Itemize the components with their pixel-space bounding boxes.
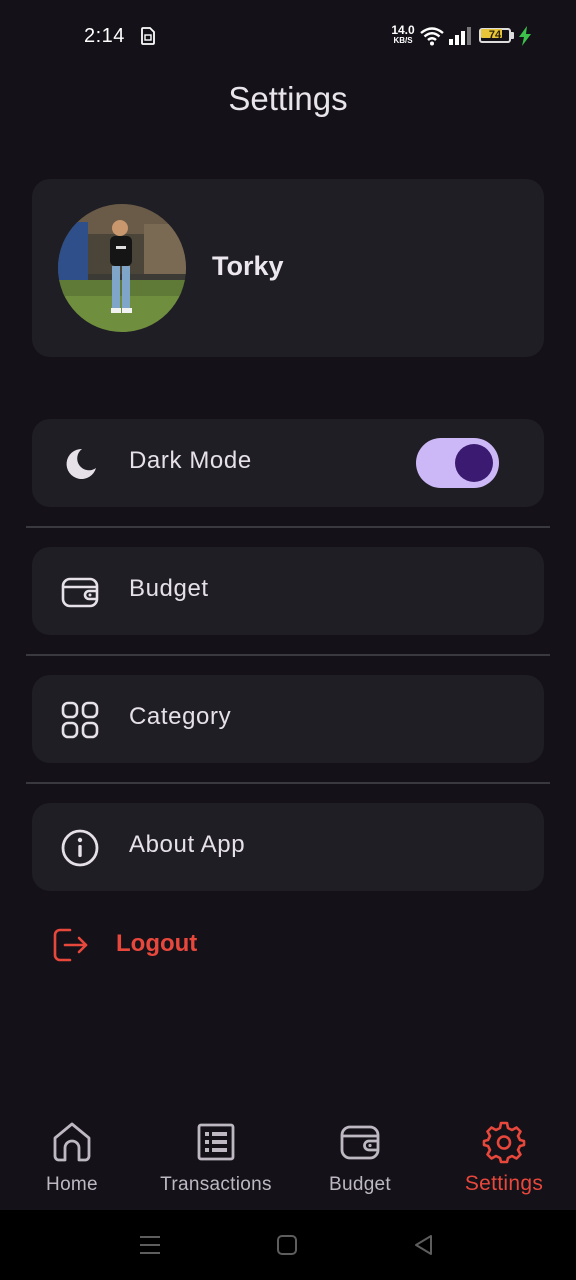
nav-budget[interactable]: Budget	[288, 1098, 432, 1210]
status-time: 2:14	[84, 25, 125, 47]
home-icon	[53, 1122, 91, 1162]
wifi-icon	[420, 27, 444, 46]
category-row[interactable]: Category	[32, 675, 544, 763]
info-icon	[61, 829, 99, 867]
avatar[interactable]	[58, 204, 186, 332]
signal-icon	[449, 27, 471, 45]
budget-label: Budget	[129, 575, 209, 602]
wallet-icon	[340, 1125, 380, 1160]
category-label: Category	[129, 703, 232, 730]
category-grid-icon	[61, 701, 99, 739]
charging-icon	[519, 26, 531, 46]
network-speed-unit: KB/S	[393, 36, 413, 45]
divider	[26, 654, 550, 656]
toggle-knob	[455, 444, 493, 482]
about-row[interactable]: About App	[32, 803, 544, 891]
status-bar: 2:14 14.0 KB/S 74	[0, 0, 576, 72]
sim-icon	[141, 27, 155, 45]
system-navigation-bar	[0, 1210, 576, 1280]
about-label: About App	[129, 831, 246, 858]
nav-budget-label: Budget	[328, 1174, 392, 1195]
gear-icon	[482, 1121, 526, 1164]
network-speed: 14.0 KB/S	[388, 24, 418, 45]
divider	[26, 526, 550, 528]
nav-settings-label: Settings	[464, 1172, 544, 1195]
logout-button[interactable]: Logout	[50, 922, 230, 966]
nav-home[interactable]: Home	[0, 1098, 144, 1210]
profile-photo	[58, 204, 186, 332]
logout-label: Logout	[116, 930, 198, 957]
menu-icon[interactable]	[137, 1232, 163, 1258]
nav-settings[interactable]: Settings	[432, 1098, 576, 1210]
budget-row[interactable]: Budget	[32, 547, 544, 635]
dark-mode-toggle[interactable]	[416, 438, 499, 488]
list-icon	[197, 1123, 235, 1161]
battery-level: 74	[488, 29, 502, 41]
logout-icon	[53, 928, 88, 962]
dark-mode-row: Dark Mode	[32, 419, 544, 507]
network-speed-value: 14.0	[391, 23, 415, 37]
bottom-navigation: Home Transactions Budget Settings	[0, 1098, 576, 1210]
nav-transactions-label: Transactions	[160, 1174, 272, 1195]
wallet-icon	[61, 577, 99, 608]
divider	[26, 782, 550, 784]
profile-name: Torky	[212, 251, 284, 281]
nav-home-label: Home	[46, 1174, 98, 1195]
back-icon[interactable]	[411, 1232, 437, 1258]
profile-card[interactable]: Torky	[32, 179, 544, 357]
page-title: Settings	[228, 80, 348, 117]
moon-icon	[66, 448, 96, 479]
nav-transactions[interactable]: Transactions	[144, 1098, 288, 1210]
battery-icon: 74	[479, 27, 517, 45]
dark-mode-label: Dark Mode	[129, 447, 252, 474]
home-square-icon[interactable]	[274, 1232, 300, 1258]
